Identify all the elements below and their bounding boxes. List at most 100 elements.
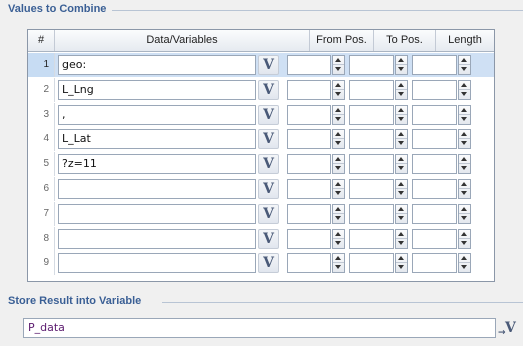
from-pos-spinner[interactable] xyxy=(332,129,345,150)
variable-picker-button[interactable]: V xyxy=(258,253,279,274)
data-variable-field[interactable]: geo: xyxy=(58,55,256,75)
spin-down-icon[interactable] xyxy=(396,214,407,223)
spin-down-icon[interactable] xyxy=(396,65,407,74)
spin-down-icon[interactable] xyxy=(396,263,407,272)
from-pos-spinner[interactable] xyxy=(332,228,345,249)
spin-down-icon[interactable] xyxy=(459,139,470,148)
variable-picker-button[interactable]: V xyxy=(258,79,279,100)
spin-down-icon[interactable] xyxy=(333,90,344,99)
data-variable-field[interactable]: , xyxy=(58,104,256,125)
spin-up-icon[interactable] xyxy=(396,180,407,189)
spin-down-icon[interactable] xyxy=(396,115,407,124)
to-pos-field[interactable] xyxy=(349,154,394,175)
from-pos-spinner[interactable] xyxy=(332,104,345,125)
spin-down-icon[interactable] xyxy=(333,214,344,223)
from-pos-field[interactable] xyxy=(287,203,331,224)
spin-up-icon[interactable] xyxy=(459,56,470,65)
spin-down-icon[interactable] xyxy=(396,90,407,99)
length-field[interactable] xyxy=(412,228,457,249)
data-variable-field[interactable]: L_Lat xyxy=(58,129,256,150)
from-pos-spinner[interactable] xyxy=(332,154,345,175)
to-pos-spinner[interactable] xyxy=(395,253,408,274)
spin-up-icon[interactable] xyxy=(333,230,344,239)
length-spinner[interactable] xyxy=(458,104,471,125)
length-spinner[interactable] xyxy=(458,55,471,75)
from-pos-field[interactable] xyxy=(287,104,331,125)
to-pos-spinner[interactable] xyxy=(395,55,408,75)
spin-up-icon[interactable] xyxy=(459,155,470,165)
length-field[interactable] xyxy=(412,253,457,274)
spin-up-icon[interactable] xyxy=(333,205,344,214)
to-pos-field[interactable] xyxy=(349,79,394,100)
spin-down-icon[interactable] xyxy=(333,115,344,124)
to-pos-spinner[interactable] xyxy=(395,179,408,199)
variable-picker-button[interactable]: V xyxy=(258,154,279,175)
spin-up-icon[interactable] xyxy=(459,230,470,239)
spin-up-icon[interactable] xyxy=(459,180,470,189)
data-variable-field[interactable] xyxy=(58,203,256,224)
spin-up-icon[interactable] xyxy=(333,155,344,165)
spin-down-icon[interactable] xyxy=(459,115,470,124)
store-variable-picker-button[interactable]: → V xyxy=(498,318,518,338)
spin-up-icon[interactable] xyxy=(396,254,407,264)
from-pos-field[interactable] xyxy=(287,154,331,175)
length-field[interactable] xyxy=(412,79,457,100)
spin-up-icon[interactable] xyxy=(459,81,470,90)
spin-down-icon[interactable] xyxy=(396,239,407,248)
to-pos-field[interactable] xyxy=(349,179,394,199)
from-pos-field[interactable] xyxy=(287,55,331,75)
length-spinner[interactable] xyxy=(458,154,471,175)
length-field[interactable] xyxy=(412,179,457,199)
spin-down-icon[interactable] xyxy=(333,139,344,148)
spin-up-icon[interactable] xyxy=(333,254,344,264)
spin-down-icon[interactable] xyxy=(333,65,344,74)
spin-down-icon[interactable] xyxy=(459,164,470,173)
spin-up-icon[interactable] xyxy=(459,254,470,264)
spin-down-icon[interactable] xyxy=(333,164,344,173)
spin-down-icon[interactable] xyxy=(459,263,470,272)
spin-up-icon[interactable] xyxy=(459,205,470,214)
spin-down-icon[interactable] xyxy=(396,139,407,148)
spin-up-icon[interactable] xyxy=(333,81,344,90)
length-field[interactable] xyxy=(412,203,457,224)
spin-up-icon[interactable] xyxy=(396,205,407,214)
spin-down-icon[interactable] xyxy=(333,239,344,248)
variable-picker-button[interactable]: V xyxy=(258,104,279,125)
length-field[interactable] xyxy=(412,129,457,150)
length-field[interactable] xyxy=(412,154,457,175)
from-pos-field[interactable] xyxy=(287,253,331,274)
to-pos-spinner[interactable] xyxy=(395,203,408,224)
spin-down-icon[interactable] xyxy=(459,90,470,99)
to-pos-spinner[interactable] xyxy=(395,129,408,150)
spin-up-icon[interactable] xyxy=(396,155,407,165)
to-pos-spinner[interactable] xyxy=(395,104,408,125)
to-pos-spinner[interactable] xyxy=(395,228,408,249)
length-field[interactable] xyxy=(412,55,457,75)
spin-up-icon[interactable] xyxy=(396,130,407,140)
to-pos-field[interactable] xyxy=(349,104,394,125)
spin-down-icon[interactable] xyxy=(396,164,407,173)
store-result-variable-field[interactable]: P_data xyxy=(23,318,496,338)
variable-picker-button[interactable]: V xyxy=(258,55,279,75)
spin-down-icon[interactable] xyxy=(459,189,470,198)
spin-down-icon[interactable] xyxy=(459,65,470,74)
variable-picker-button[interactable]: V xyxy=(258,129,279,150)
from-pos-spinner[interactable] xyxy=(332,79,345,100)
spin-up-icon[interactable] xyxy=(333,180,344,189)
spin-up-icon[interactable] xyxy=(333,130,344,140)
variable-picker-button[interactable]: V xyxy=(258,228,279,249)
data-variable-field[interactable]: ?z=11 xyxy=(58,154,256,175)
to-pos-field[interactable] xyxy=(349,228,394,249)
from-pos-spinner[interactable] xyxy=(332,253,345,274)
to-pos-field[interactable] xyxy=(349,203,394,224)
from-pos-spinner[interactable] xyxy=(332,55,345,75)
to-pos-spinner[interactable] xyxy=(395,79,408,100)
from-pos-spinner[interactable] xyxy=(332,203,345,224)
length-spinner[interactable] xyxy=(458,228,471,249)
length-spinner[interactable] xyxy=(458,129,471,150)
to-pos-field[interactable] xyxy=(349,129,394,150)
length-spinner[interactable] xyxy=(458,179,471,199)
to-pos-field[interactable] xyxy=(349,253,394,274)
spin-up-icon[interactable] xyxy=(459,106,470,115)
length-spinner[interactable] xyxy=(458,79,471,100)
